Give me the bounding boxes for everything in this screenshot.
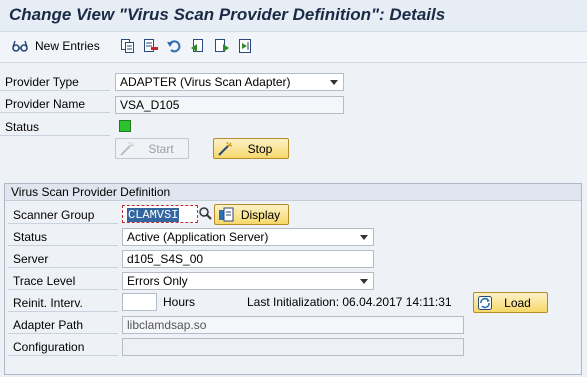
configuration-field[interactable] bbox=[122, 338, 464, 356]
configuration-label: Configuration bbox=[8, 339, 118, 356]
scanner-group-input[interactable]: CLAMVSI bbox=[122, 205, 198, 223]
stop-label: Stop bbox=[247, 141, 273, 156]
next-entry-icon bbox=[214, 38, 230, 54]
chevron-down-icon bbox=[360, 279, 368, 284]
select-all-button[interactable] bbox=[238, 38, 254, 54]
virus-scan-provider-definition-group: Virus Scan Provider Definition Scanner G… bbox=[4, 183, 582, 375]
scanner-group-label: Scanner Group bbox=[8, 207, 118, 224]
provider-name-label: Provider Name bbox=[0, 96, 110, 113]
server-input[interactable]: d105_S4S_00 bbox=[122, 250, 374, 268]
reinit-interval-input[interactable] bbox=[122, 293, 157, 311]
select-all-icon bbox=[238, 38, 254, 54]
load-label: Load bbox=[504, 295, 531, 310]
status-indicator-icon bbox=[119, 120, 131, 132]
reinit-interval-label: Reinit. Interv. bbox=[8, 295, 118, 312]
provider-type-label: Provider Type bbox=[0, 74, 110, 91]
adapter-path-field[interactable]: libclamdsap.so bbox=[122, 316, 464, 334]
stop-button[interactable]: Stop bbox=[213, 138, 289, 159]
load-button[interactable]: Load bbox=[473, 292, 548, 313]
delete-icon bbox=[143, 38, 159, 54]
delete-button[interactable] bbox=[143, 38, 159, 54]
group-title: Virus Scan Provider Definition bbox=[11, 185, 171, 199]
provider-type-dropdown[interactable]: ADAPTER (Virus Scan Adapter) bbox=[115, 73, 344, 91]
start-label: Start bbox=[148, 141, 174, 156]
display-label: Display bbox=[240, 207, 281, 222]
group-header: Virus Scan Provider Definition bbox=[5, 184, 581, 201]
next-entry-button[interactable] bbox=[214, 38, 230, 54]
provider-status-label: Status bbox=[0, 119, 110, 136]
copy-icon bbox=[120, 38, 136, 54]
scanner-group-value: CLAMVSI bbox=[127, 208, 180, 222]
search-help-button[interactable] bbox=[198, 206, 213, 224]
trace-level-label: Trace Level bbox=[8, 273, 118, 290]
definition-status-label: Status bbox=[8, 229, 118, 246]
definition-status-value: Active (Application Server) bbox=[127, 230, 269, 244]
undo-button[interactable] bbox=[166, 38, 182, 54]
trace-level-dropdown[interactable]: Errors Only bbox=[122, 272, 374, 290]
new-entries-label: New Entries bbox=[35, 39, 100, 53]
main-content: Provider Type ADAPTER (Virus Scan Adapte… bbox=[0, 63, 587, 377]
chevron-down-icon bbox=[360, 235, 368, 240]
previous-entry-button[interactable] bbox=[190, 38, 206, 54]
adapter-path-label: Adapter Path bbox=[8, 317, 118, 334]
page-title: Change View "Virus Scan Provider Definit… bbox=[9, 5, 446, 24]
application-toolbar: New Entries bbox=[0, 32, 587, 63]
title-bar: Change View "Virus Scan Provider Definit… bbox=[0, 0, 587, 32]
search-help-icon bbox=[198, 207, 213, 224]
copy-button[interactable] bbox=[120, 38, 136, 54]
server-label: Server bbox=[8, 251, 118, 268]
glasses-icon bbox=[11, 39, 29, 53]
provider-name-field[interactable]: VSA_D105 bbox=[115, 96, 344, 114]
provider-type-value: ADAPTER (Virus Scan Adapter) bbox=[120, 75, 291, 89]
previous-entry-icon bbox=[190, 38, 206, 54]
new-entries-button[interactable]: New Entries bbox=[11, 38, 100, 54]
definition-status-dropdown[interactable]: Active (Application Server) bbox=[122, 228, 374, 246]
trace-level-value: Errors Only bbox=[127, 274, 188, 288]
start-button[interactable]: Start bbox=[115, 138, 189, 159]
hours-label: Hours bbox=[163, 295, 196, 309]
display-button[interactable]: Display bbox=[214, 204, 289, 225]
last-initialization-text: Last Initialization: 06.04.2017 14:11:31 bbox=[247, 295, 452, 309]
undo-icon bbox=[166, 38, 182, 54]
chevron-down-icon bbox=[330, 80, 338, 85]
